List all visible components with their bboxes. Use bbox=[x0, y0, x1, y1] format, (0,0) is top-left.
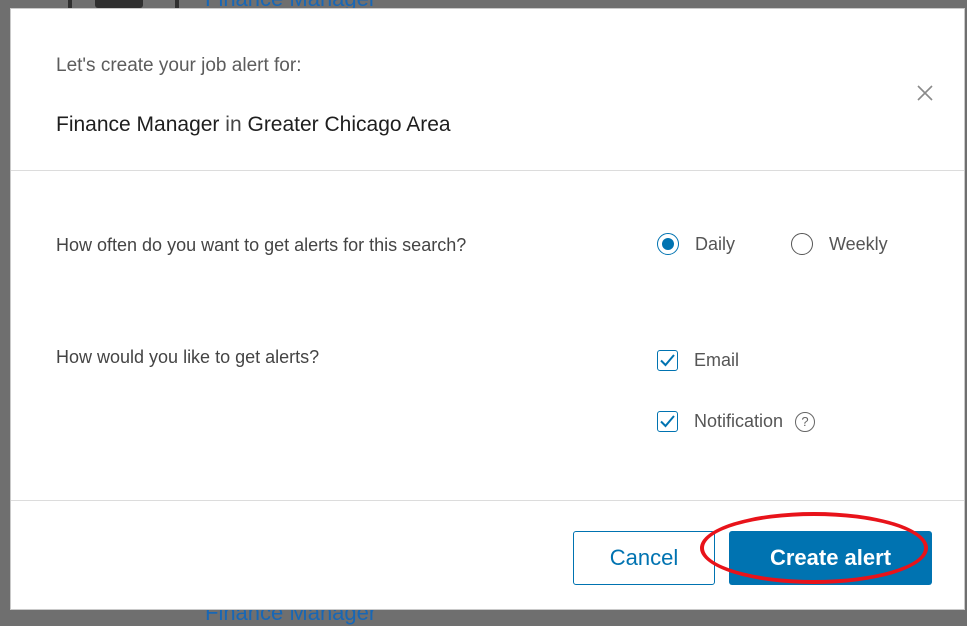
radio-daily[interactable]: Daily bbox=[657, 233, 735, 255]
footer-divider bbox=[11, 500, 964, 501]
radio-dot bbox=[662, 238, 674, 250]
background-divider bbox=[175, 0, 179, 8]
cancel-button[interactable]: Cancel bbox=[573, 531, 715, 585]
radio-button-selected[interactable] bbox=[657, 233, 679, 255]
frequency-question: How often do you want to get alerts for … bbox=[56, 235, 467, 255]
radio-button[interactable] bbox=[791, 233, 813, 255]
radio-weekly[interactable]: Weekly bbox=[791, 233, 888, 255]
help-icon[interactable]: ? bbox=[795, 411, 816, 432]
checkbox-notification[interactable]: Notification ? bbox=[657, 411, 816, 432]
alert-location: Greater Chicago Area bbox=[247, 113, 451, 136]
red-highlight-circle bbox=[700, 512, 928, 584]
alert-connector: in bbox=[225, 113, 242, 136]
delivery-question: How would you like to get alerts? bbox=[56, 347, 320, 367]
close-button[interactable] bbox=[911, 79, 939, 107]
background-company-logo bbox=[95, 0, 143, 8]
header-divider bbox=[11, 170, 964, 171]
checkbox-notification-label: Notification bbox=[694, 411, 784, 431]
checkmark-icon bbox=[659, 353, 675, 366]
checkbox[interactable] bbox=[657, 411, 678, 432]
checkbox[interactable] bbox=[657, 350, 678, 371]
checkmark-icon bbox=[659, 414, 675, 427]
radio-daily-label: Daily bbox=[695, 233, 736, 254]
alert-keyword: Finance Manager bbox=[56, 113, 220, 136]
background-divider bbox=[68, 0, 72, 8]
close-icon bbox=[917, 85, 933, 101]
radio-weekly-label: Weekly bbox=[829, 233, 888, 254]
dialog-title: Finance Manager in Greater Chicago Area bbox=[56, 113, 451, 137]
dialog-header: Let's create your job alert for: Finance… bbox=[11, 9, 964, 171]
checkbox-email[interactable]: Email bbox=[657, 350, 739, 371]
checkbox-email-label: Email bbox=[694, 350, 740, 370]
dialog-subtitle: Let's create your job alert for: bbox=[56, 55, 302, 76]
